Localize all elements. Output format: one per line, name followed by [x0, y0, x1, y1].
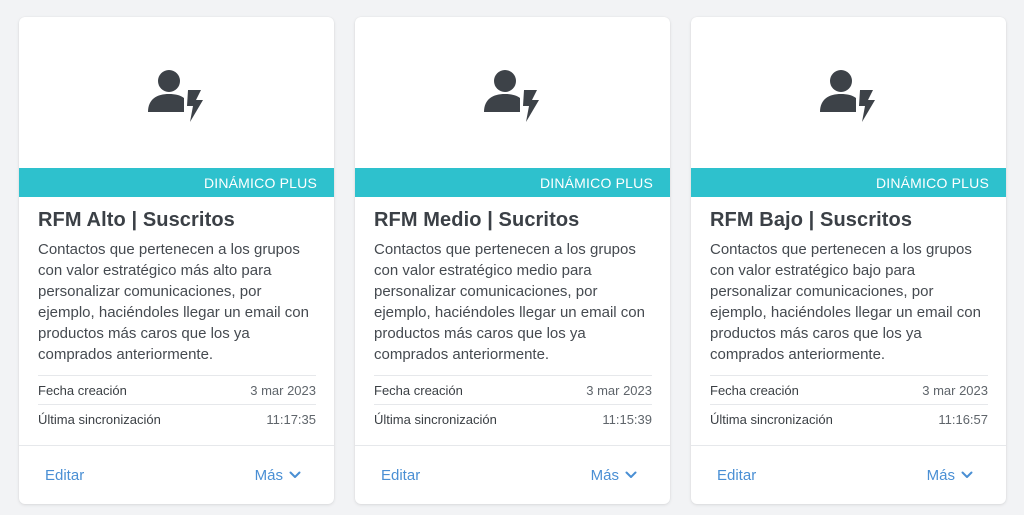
card-meta: Fecha creación 3 mar 2023 Última sincron…: [374, 375, 652, 434]
card-footer: Editar Más: [691, 445, 1006, 504]
sync-label: Última sincronización: [38, 412, 161, 427]
card-title: RFM Bajo | Suscritos: [710, 209, 913, 231]
card-description: Contactos que pertenecen a los grupos co…: [710, 241, 981, 363]
chevron-down-icon: [289, 471, 301, 478]
type-badge: DINÁMICO PLUS: [691, 168, 1006, 197]
user-bolt-icon: [819, 69, 875, 122]
sync-value: 11:17:35: [266, 412, 316, 427]
created-value: 3 mar 2023: [922, 382, 988, 398]
chevron-down-icon: [961, 471, 973, 478]
sync-value: 11:16:57: [938, 412, 988, 427]
created-label: Fecha creación: [38, 382, 127, 398]
more-menu-button[interactable]: Más: [927, 467, 973, 484]
segment-card-list: DINÁMICO PLUS RFM Alto | Suscritos Conta…: [19, 17, 1006, 504]
user-bolt-icon: [147, 69, 203, 122]
type-badge: DINÁMICO PLUS: [19, 168, 334, 197]
card-meta: Fecha creación 3 mar 2023 Última sincron…: [38, 375, 316, 434]
more-label: Más: [254, 466, 283, 484]
created-label: Fecha creación: [374, 382, 463, 398]
user-bolt-icon: [483, 69, 539, 122]
card-hero: [355, 17, 670, 168]
card-title: RFM Medio | Sucritos: [374, 209, 580, 231]
more-menu-button[interactable]: Más: [591, 467, 637, 484]
sync-label: Última sincronización: [374, 412, 497, 427]
created-label: Fecha creación: [710, 382, 799, 398]
more-label: Más: [590, 466, 619, 484]
sync-value: 11:15:39: [602, 412, 652, 427]
created-row: Fecha creación 3 mar 2023: [38, 376, 316, 405]
created-row: Fecha creación 3 mar 2023: [374, 376, 652, 405]
created-value: 3 mar 2023: [250, 382, 316, 398]
card-description: Contactos que pertenecen a los grupos co…: [38, 241, 309, 363]
type-badge: DINÁMICO PLUS: [355, 168, 670, 197]
chevron-down-icon: [625, 471, 637, 478]
card-footer: Editar Más: [19, 445, 334, 504]
more-label: Más: [926, 466, 955, 484]
segment-card[interactable]: DINÁMICO PLUS RFM Alto | Suscritos Conta…: [19, 17, 334, 504]
segment-card[interactable]: DINÁMICO PLUS RFM Medio | Sucritos Conta…: [355, 17, 670, 504]
created-value: 3 mar 2023: [586, 382, 652, 398]
card-hero: [691, 17, 1006, 168]
created-row: Fecha creación 3 mar 2023: [710, 376, 988, 405]
sync-row: Última sincronización 11:15:39: [374, 405, 652, 434]
sync-row: Última sincronización 11:16:57: [710, 405, 988, 434]
sync-row: Última sincronización 11:17:35: [38, 405, 316, 434]
edit-link[interactable]: Editar: [381, 467, 420, 484]
edit-link[interactable]: Editar: [717, 467, 756, 484]
card-description: Contactos que pertenecen a los grupos co…: [374, 241, 645, 363]
card-title: RFM Alto | Suscritos: [38, 209, 235, 231]
segment-card[interactable]: DINÁMICO PLUS RFM Bajo | Suscritos Conta…: [691, 17, 1006, 504]
card-hero: [19, 17, 334, 168]
sync-label: Última sincronización: [710, 412, 833, 427]
edit-link[interactable]: Editar: [45, 467, 84, 484]
card-footer: Editar Más: [355, 445, 670, 504]
card-meta: Fecha creación 3 mar 2023 Última sincron…: [710, 375, 988, 434]
more-menu-button[interactable]: Más: [255, 467, 301, 484]
